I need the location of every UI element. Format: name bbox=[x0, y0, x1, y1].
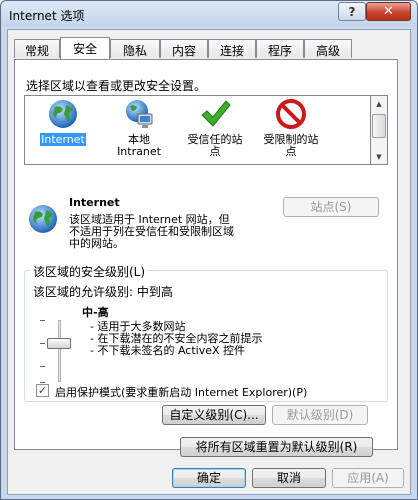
protected-mode-checkbox[interactable]: ✓ bbox=[36, 384, 49, 397]
security-tab-panel: 选择区域以查看或更改安全设置。 Internet 本地 Intranet 受信任… bbox=[14, 59, 398, 457]
help-button[interactable]: ? bbox=[338, 2, 366, 21]
selected-zone-globe-icon bbox=[29, 205, 57, 233]
zone-list: Internet 本地 Intranet 受信任的站 点 受限制的站 点 bbox=[24, 95, 371, 165]
custom-level-button[interactable]: 自定义级别(C)... bbox=[162, 405, 266, 425]
zone-label: 本地 Intranet bbox=[117, 133, 161, 158]
tab-advanced[interactable]: 高级 bbox=[304, 39, 352, 58]
tab-content[interactable]: 内容 bbox=[160, 39, 208, 58]
globe-icon bbox=[49, 100, 77, 128]
selected-zone-title: Internet bbox=[69, 196, 120, 209]
cancel-button[interactable]: 取消 bbox=[252, 468, 326, 488]
tab-connections[interactable]: 连接 bbox=[208, 39, 256, 58]
sites-button[interactable]: 站点(S) bbox=[283, 197, 379, 217]
security-level-slider-track[interactable] bbox=[58, 320, 61, 382]
title-bar[interactable]: Internet 选项 ? ✕ bbox=[1, 1, 417, 27]
zone-internet[interactable]: Internet bbox=[28, 98, 98, 146]
internet-options-window: Internet 选项 ? ✕ 常规 安全 隐私 内容 连接 程序 高级 选择区… bbox=[0, 0, 418, 500]
checkmark-icon bbox=[201, 100, 231, 127]
slider-tick bbox=[40, 382, 45, 383]
security-level-group: 该区域的安全级别(L) 该区域的允许级别: 中到高 中-高 - 适用于大多数网站… bbox=[24, 263, 388, 402]
ok-button[interactable]: 确定 bbox=[172, 468, 246, 488]
scroll-up-icon[interactable]: ▲ bbox=[372, 97, 386, 111]
zone-label: 受信任的站 点 bbox=[187, 133, 243, 158]
tab-privacy[interactable]: 隐私 bbox=[110, 39, 160, 58]
selected-zone-description: 该区域适用于 Internet 网站，但 不适用于列在受信任和受限制区域 中的网… bbox=[69, 213, 234, 250]
zone-label: Internet bbox=[40, 133, 86, 146]
slider-tick bbox=[40, 343, 45, 344]
security-level-slider-thumb[interactable] bbox=[47, 338, 71, 349]
zone-restricted-sites[interactable]: 受限制的站 点 bbox=[256, 98, 326, 158]
zone-list-scrollbar[interactable]: ▲ ▼ bbox=[371, 95, 388, 165]
apply-button[interactable]: 应用(A) bbox=[332, 468, 404, 488]
slider-tick bbox=[40, 320, 45, 321]
slider-tick bbox=[40, 366, 45, 367]
zone-trusted-sites[interactable]: 受信任的站 点 bbox=[180, 98, 250, 158]
restricted-icon bbox=[276, 99, 306, 129]
checkmark-icon: ✓ bbox=[37, 384, 48, 397]
scroll-down-icon[interactable]: ▼ bbox=[372, 150, 386, 164]
select-zone-prompt: 选择区域以查看或更改安全设置。 bbox=[26, 79, 207, 93]
close-button[interactable]: ✕ bbox=[366, 2, 411, 21]
scroll-thumb[interactable] bbox=[372, 114, 386, 138]
security-level-title: 该区域的安全级别(L) bbox=[31, 263, 148, 280]
default-level-button[interactable]: 默认级别(D) bbox=[272, 405, 368, 425]
reset-all-zones-button[interactable]: 将所有区域重置为默认级别(R) bbox=[180, 437, 373, 457]
zone-local-intranet[interactable]: 本地 Intranet bbox=[104, 98, 174, 158]
tab-general[interactable]: 常规 bbox=[14, 39, 60, 58]
zone-label: 受限制的站 点 bbox=[263, 133, 319, 158]
protected-mode-label[interactable]: 启用保护模式(要求重新启动 Internet Explorer)(P) bbox=[55, 384, 307, 400]
dialog-client: 常规 安全 隐私 内容 连接 程序 高级 选择区域以查看或更改安全设置。 Int… bbox=[7, 29, 411, 495]
tab-programs[interactable]: 程序 bbox=[256, 39, 304, 58]
allowed-levels-text: 该区域的允许级别: 中到高 bbox=[33, 285, 173, 299]
intranet-icon bbox=[126, 100, 153, 128]
level-bullet: - 不下载未签名的 ActiveX 控件 bbox=[90, 344, 246, 357]
tab-security[interactable]: 安全 bbox=[60, 37, 110, 59]
window-title: Internet 选项 bbox=[9, 9, 85, 23]
